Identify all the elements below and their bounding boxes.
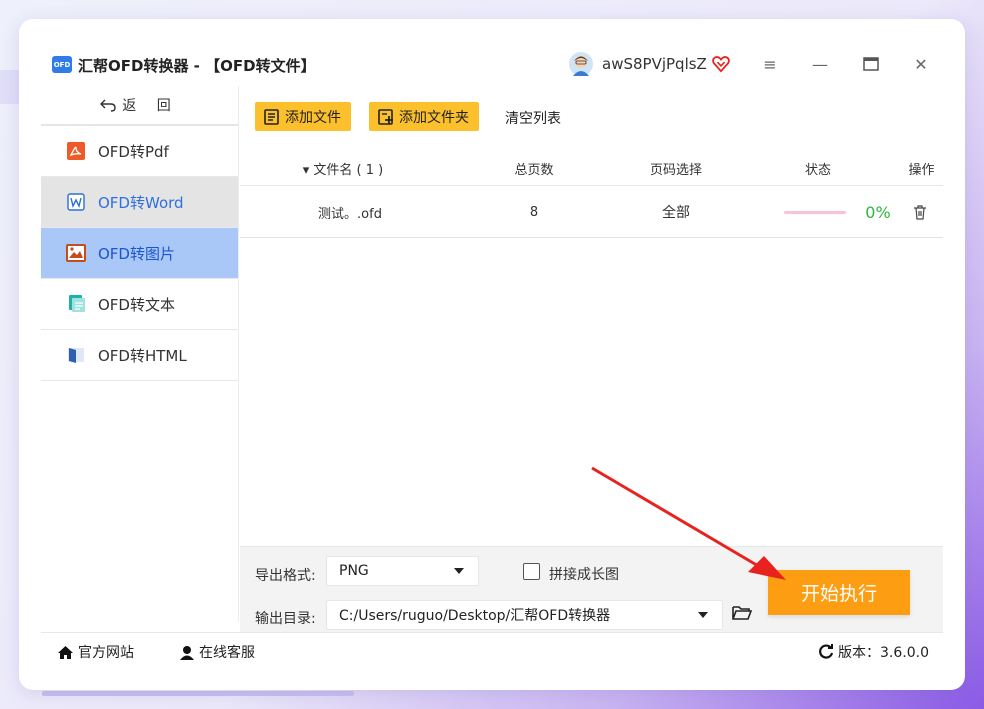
add-folder-label: 添加文件夹 <box>399 109 469 126</box>
folder-open-icon[interactable] <box>732 605 753 625</box>
vip-heart-icon[interactable] <box>712 55 730 73</box>
format-label: 导出格式: <box>255 568 316 584</box>
row-page-select[interactable]: 全部 <box>626 187 726 237</box>
add-folder-icon <box>378 108 393 125</box>
app-title: 汇帮OFD转换器 - 【OFD转文件】 <box>78 57 316 75</box>
sidebar-item-label: OFD转图片 <box>98 244 175 263</box>
merge-checkbox[interactable] <box>523 563 540 580</box>
support-label: 在线客服 <box>199 645 255 661</box>
sidebar-item-label: OFD转HTML <box>98 346 187 365</box>
format-value: PNG <box>339 563 369 579</box>
home-icon <box>58 645 73 659</box>
user-avatar-icon[interactable] <box>569 52 593 76</box>
pdf-icon <box>66 142 86 160</box>
app-window: OFD 汇帮OFD转换器 - 【OFD转文件】 awS8PVjPqlsZ ≡ —… <box>41 42 943 668</box>
format-select[interactable]: PNG <box>326 556 479 586</box>
column-header-pages: 总页数 <box>514 163 554 178</box>
minimize-icon[interactable]: — <box>809 53 831 75</box>
clear-list-button[interactable]: 清空列表 <box>505 108 561 128</box>
status-bar: 官方网站 在线客服 版本：3.6.0.0 <box>41 632 943 668</box>
website-label: 官方网站 <box>78 645 134 661</box>
menu-icon[interactable]: ≡ <box>759 53 781 75</box>
title-bar: OFD 汇帮OFD转换器 - 【OFD转文件】 awS8PVjPqlsZ ≡ —… <box>41 42 943 86</box>
back-label: 返 回 <box>122 98 179 114</box>
sidebar-item-pdf[interactable]: OFD转Pdf <box>41 126 238 177</box>
username[interactable]: awS8PVjPqlsZ <box>602 55 707 73</box>
sidebar-item-html[interactable]: OFD转HTML <box>41 330 238 381</box>
settings-panel: 导出格式: PNG 拼接成长图 输出目录: C:/Users/ruguo/Des… <box>240 546 943 632</box>
column-header-filename[interactable]: ▾ 文件名 ( 1 ) <box>240 152 446 185</box>
support-link[interactable]: 在线客服 <box>179 642 255 662</box>
add-folder-button[interactable]: 添加文件夹 <box>369 102 479 131</box>
output-dir-select[interactable]: C:/Users/ruguo/Desktop/汇帮OFD转换器 <box>326 600 723 630</box>
delete-icon[interactable] <box>908 187 932 237</box>
table-row[interactable]: 测试。.ofd 8 全部 0% <box>240 187 943 238</box>
maximize-icon[interactable] <box>860 53 882 75</box>
merge-label[interactable]: 拼接成长图 <box>549 564 619 584</box>
chevron-down-icon <box>454 568 464 574</box>
start-button[interactable]: 开始执行 <box>768 570 910 615</box>
app-logo-icon: OFD <box>52 56 72 73</box>
support-icon <box>180 645 194 660</box>
add-file-icon <box>264 108 279 125</box>
sidebar-item-label: OFD转Word <box>98 193 184 212</box>
close-icon[interactable]: ✕ <box>910 53 932 75</box>
progress-track <box>784 210 846 214</box>
toolbar: 添加文件 添加文件夹 清空列表 <box>240 86 943 144</box>
sidebar-item-image[interactable]: OFD转图片 <box>41 228 238 279</box>
back-button[interactable]: 返 回 <box>41 86 238 126</box>
add-file-label: 添加文件 <box>285 109 341 126</box>
image-icon <box>66 244 86 262</box>
sidebar-item-word[interactable]: OFD转Word <box>41 177 238 228</box>
table-header: ▾ 文件名 ( 1 ) 总页数 页码选择 状态 操作 <box>240 152 943 186</box>
text-icon <box>66 295 86 313</box>
output-label: 输出目录: <box>255 611 316 627</box>
row-pages: 8 <box>529 204 539 220</box>
row-filename: 测试。.ofd <box>318 206 382 222</box>
back-arrow-icon <box>100 99 116 112</box>
sidebar-item-label: OFD转文本 <box>98 295 175 314</box>
chevron-down-icon <box>698 612 708 618</box>
sidebar: 返 回 OFD转Pdf OFD转Word OFD转图片 OFD转文本 OFD转H… <box>41 86 239 622</box>
column-header-action: 操作 <box>908 163 935 178</box>
output-value: C:/Users/ruguo/Desktop/汇帮OFD转换器 <box>339 608 611 624</box>
word-icon <box>66 193 86 211</box>
website-link[interactable]: 官方网站 <box>57 642 134 662</box>
row-progress-text: 0% <box>865 202 891 222</box>
window-card: OFD 汇帮OFD转换器 - 【OFD转文件】 awS8PVjPqlsZ ≡ —… <box>19 19 965 690</box>
html-icon <box>66 346 86 364</box>
column-header-status: 状态 <box>804 163 831 178</box>
main-panel: 添加文件 添加文件夹 清空列表 ▾ 文件名 ( 1 ) 总页数 页码选择 状态 … <box>240 86 943 546</box>
refresh-icon <box>819 644 834 659</box>
background-line <box>42 691 354 696</box>
sidebar-item-label: OFD转Pdf <box>98 142 169 161</box>
column-header-page-select: 页码选择 <box>649 163 702 178</box>
sidebar-item-text[interactable]: OFD转文本 <box>41 279 238 330</box>
version-label: 版本：3.6.0.0 <box>838 645 929 661</box>
add-file-button[interactable]: 添加文件 <box>255 102 351 131</box>
row-progress-bar <box>780 187 850 237</box>
version-info[interactable]: 版本：3.6.0.0 <box>818 642 929 662</box>
